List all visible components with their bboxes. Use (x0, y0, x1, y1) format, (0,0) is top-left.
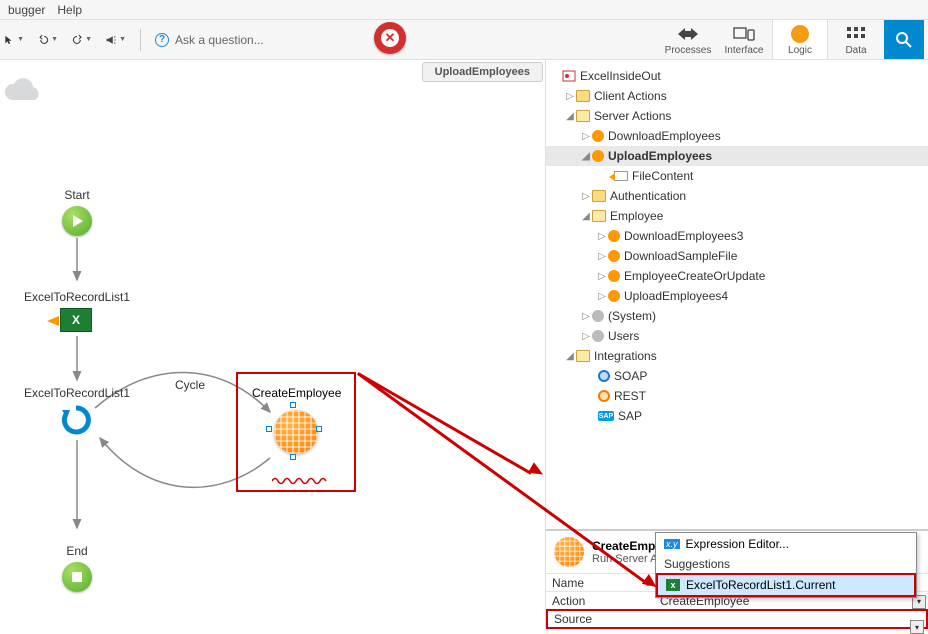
tree-soap[interactable]: SOAP (546, 366, 928, 386)
cycle-edge-label: Cycle (175, 378, 205, 392)
menu-bar: bugger Help (0, 0, 928, 20)
interface-icon (733, 23, 755, 45)
question-icon: ? (155, 33, 169, 47)
tab-processes[interactable]: Processes (660, 20, 716, 59)
dropdown-expression-editor[interactable]: x.y Expression Editor... (656, 533, 916, 555)
prop-row-source[interactable]: Source ▾ (546, 609, 928, 629)
tree-download-employees[interactable]: ▷DownloadEmployees (546, 126, 928, 146)
excel-to-record-list-node[interactable]: X (60, 308, 92, 332)
tree-server-actions[interactable]: ◢Server Actions (546, 106, 928, 126)
tree-employee-folder[interactable]: ◢Employee (546, 206, 928, 226)
end-node[interactable] (62, 562, 92, 592)
ask-question-input[interactable]: ? Ask a question... (155, 33, 264, 47)
run-server-action-icon (554, 537, 584, 567)
tree-client-actions[interactable]: ▷Client Actions (546, 86, 928, 106)
tree-upload-employees[interactable]: ◢UploadEmployees (546, 146, 928, 166)
create-employee-label: CreateEmployee (252, 386, 341, 400)
start-label: Start (64, 188, 89, 202)
tree-rest[interactable]: REST (546, 386, 928, 406)
flow-canvas[interactable]: UploadEmployees Start ExcelToRecordList1 (0, 60, 546, 629)
undo-icon[interactable]: ▼ (38, 30, 58, 50)
excel-small-icon: x (666, 579, 680, 591)
expression-icon: x.y (664, 539, 680, 549)
tree-users[interactable]: ▷Users (546, 326, 928, 346)
search-button[interactable] (884, 20, 924, 59)
tab-logic[interactable]: Logic (772, 20, 828, 59)
redo-icon[interactable]: ▼ (72, 30, 92, 50)
menu-item-debugger[interactable]: bugger (8, 3, 45, 17)
end-label: End (66, 544, 87, 558)
search-icon (895, 31, 913, 49)
dropdown-suggestions-header: Suggestions (656, 555, 916, 573)
tab-data[interactable]: Data (828, 20, 884, 59)
cycle-node-label: ExcelToRecordList1 (24, 386, 130, 400)
tree-authentication[interactable]: ▷Authentication (546, 186, 928, 206)
error-underline-icon (272, 476, 332, 486)
ask-question-placeholder: Ask a question... (175, 33, 264, 47)
tree-root[interactable]: ExcelInsideOut (546, 66, 928, 86)
tree-file-content[interactable]: FileContent (546, 166, 928, 186)
tree-system[interactable]: ▷(System) (546, 306, 928, 326)
excel-node-label: ExcelToRecordList1 (24, 290, 130, 304)
source-dropdown-icon[interactable]: ▾ (910, 620, 924, 634)
menu-item-help[interactable]: Help (57, 3, 82, 17)
tool-pointer-icon[interactable]: ▼ (4, 30, 24, 50)
processes-icon (677, 23, 699, 45)
tree-download-employees3[interactable]: ▷DownloadEmployees3 (546, 226, 928, 246)
for-each-cycle-node[interactable] (60, 404, 92, 436)
tree-sap[interactable]: SAPSAP (546, 406, 928, 426)
logic-tree[interactable]: ExcelInsideOut ▷Client Actions ◢Server A… (546, 60, 928, 530)
megaphone-icon[interactable]: ▼ (106, 30, 126, 50)
tree-upload-employees4[interactable]: ▷UploadEmployees4 (546, 286, 928, 306)
source-dropdown-popup: x.y Expression Editor... Suggestions x E… (655, 532, 917, 598)
import-arrow-icon (47, 316, 59, 326)
error-badge-icon[interactable]: ✕ (374, 22, 406, 54)
dropdown-suggestion-current[interactable]: x ExcelToRecordList1.Current (656, 573, 916, 597)
tree-download-sample-file[interactable]: ▷DownloadSampleFile (546, 246, 928, 266)
data-icon (845, 23, 867, 45)
start-node[interactable] (62, 206, 92, 236)
tree-employee-create-or-update[interactable]: ▷EmployeeCreateOrUpdate (546, 266, 928, 286)
tree-integrations[interactable]: ◢Integrations (546, 346, 928, 366)
logic-icon (789, 23, 811, 45)
toolbar: ▼ ▼ ▼ ▼ ? Ask a question... ✕ Processes … (0, 20, 928, 60)
tab-interface[interactable]: Interface (716, 20, 772, 59)
create-employee-node[interactable] (274, 410, 318, 454)
